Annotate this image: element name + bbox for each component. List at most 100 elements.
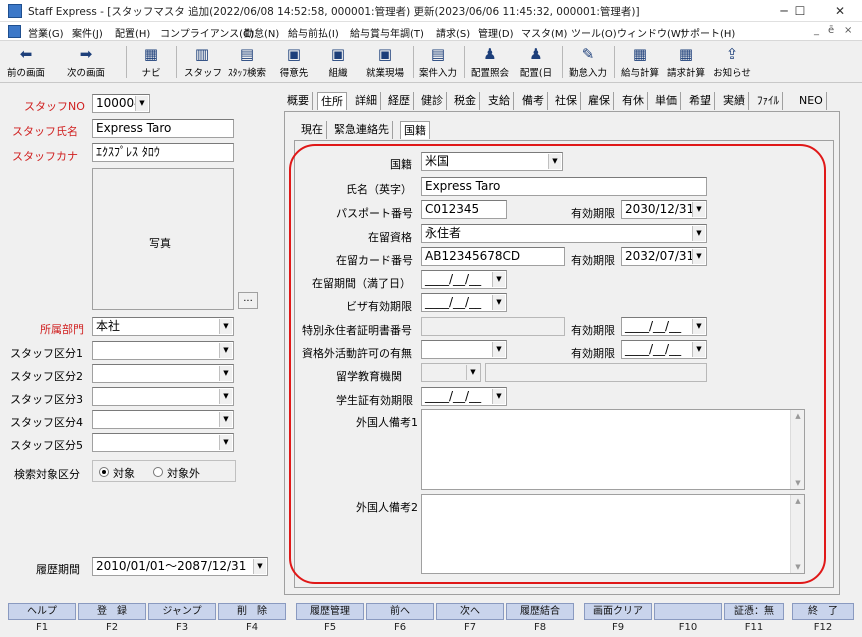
- organization-button[interactable]: ▣ 組織: [320, 43, 356, 81]
- special-expiry-date[interactable]: ____/__/__ ▼: [621, 317, 707, 336]
- tab-health[interactable]: 健診: [418, 92, 447, 110]
- menu-master[interactable]: マスタ(M): [521, 25, 567, 40]
- staff-category-3-select[interactable]: ▼: [92, 387, 234, 406]
- residence-card-input[interactable]: AB12345678CD: [421, 247, 565, 266]
- tab-file[interactable]: ﾌｧｲﾙ: [754, 92, 783, 110]
- menu-window[interactable]: ウィンドウ(W): [617, 25, 685, 40]
- tab-address[interactable]: 住所: [317, 92, 347, 110]
- staff-no-select[interactable]: 100004 ▼: [92, 94, 150, 113]
- tab-employment-insurance[interactable]: 雇保: [585, 92, 614, 110]
- work-permit-select[interactable]: ▼: [421, 340, 507, 359]
- remark1-textarea[interactable]: ▲ ▼: [421, 409, 805, 490]
- radio-non-target[interactable]: [153, 467, 163, 477]
- tab-paid-leave[interactable]: 有休: [619, 92, 648, 110]
- card-expiry-select[interactable]: 2032/07/31 ▼: [621, 247, 707, 266]
- register-button[interactable]: 登 録: [78, 603, 146, 620]
- menu-admin[interactable]: 管理(D): [478, 25, 514, 40]
- menu-prepayment[interactable]: 給与前払(I): [288, 25, 339, 40]
- tab-payment[interactable]: 支給: [485, 92, 514, 110]
- tab-wishes[interactable]: 希望: [686, 92, 715, 110]
- help-button[interactable]: ヘルプ: [8, 603, 76, 620]
- next-screen-button[interactable]: ➡ 次の画面: [62, 43, 110, 81]
- staff-category-5-select[interactable]: ▼: [92, 433, 234, 452]
- staff-category-2-select[interactable]: ▼: [92, 364, 234, 383]
- maximize-button[interactable]: ☐: [782, 2, 818, 20]
- customer-button[interactable]: ▣ 得意先: [274, 43, 314, 81]
- mdi-minimize-button[interactable]: _: [814, 25, 819, 36]
- subtab-nationality[interactable]: 国籍: [400, 121, 430, 139]
- remark1-scrollbar[interactable]: ▲ ▼: [790, 410, 804, 489]
- notice-icon: ⇪: [725, 45, 739, 63]
- staff-kana-input[interactable]: ｴｸｽﾌﾟﾚｽ ﾀﾛｳ: [92, 143, 234, 162]
- tab-details[interactable]: 詳細: [352, 92, 381, 110]
- menu-support[interactable]: サポート(H): [680, 25, 735, 40]
- school-name-input[interactable]: [485, 363, 707, 382]
- menu-sales[interactable]: 営業(G): [28, 25, 64, 40]
- tab-social-insurance[interactable]: 社保: [552, 92, 581, 110]
- job-input-label: 案件入力: [418, 68, 457, 79]
- history-manage-button[interactable]: 履歴管理: [296, 603, 364, 620]
- assignment-inquiry-button[interactable]: ♟ 配置照会: [468, 43, 512, 81]
- staff-search-button[interactable]: ▤ ｽﾀｯﾌ検索: [224, 43, 270, 81]
- tab-results[interactable]: 実績: [720, 92, 749, 110]
- worksite-button[interactable]: ▣ 就業現場: [362, 43, 408, 81]
- photo-area[interactable]: 写真: [92, 168, 234, 310]
- history-period-select[interactable]: 2010/01/01～2087/12/31 ▼: [92, 557, 268, 576]
- tab-overview[interactable]: 概要: [284, 92, 313, 110]
- visa-expiry-date[interactable]: ____/__/__ ▼: [421, 293, 507, 312]
- menu-assignment[interactable]: 配置(H): [115, 25, 150, 40]
- next-button[interactable]: 次へ: [436, 603, 504, 620]
- mdi-close-button[interactable]: ×: [844, 25, 852, 36]
- tab-neo[interactable]: NEO: [796, 92, 827, 110]
- special-permanent-input[interactable]: [421, 317, 565, 336]
- history-merge-button[interactable]: 履歴結合: [506, 603, 574, 620]
- radio-target[interactable]: [99, 467, 109, 477]
- menu-attendance[interactable]: 勤怠(N): [244, 25, 279, 40]
- name-en-input[interactable]: Express Taro: [421, 177, 707, 196]
- tab-tax[interactable]: 税金: [451, 92, 480, 110]
- passport-input[interactable]: C012345: [421, 200, 507, 219]
- remark2-textarea[interactable]: ▲ ▼: [421, 494, 805, 574]
- residence-status-select[interactable]: 永住者 ▼: [421, 224, 707, 243]
- exit-button[interactable]: 終 了: [792, 603, 854, 620]
- school-code-select[interactable]: ▼: [421, 363, 481, 382]
- remark2-scrollbar[interactable]: ▲ ▼: [790, 495, 804, 573]
- stay-period-date[interactable]: ____/__/__ ▼: [421, 270, 507, 289]
- passport-expiry-select[interactable]: 2030/12/31 ▼: [621, 200, 707, 219]
- menu-billing[interactable]: 請求(S): [436, 25, 470, 40]
- tab-unit-price[interactable]: 単価: [652, 92, 681, 110]
- subtab-emergency-contact[interactable]: 緊急連絡先: [331, 121, 393, 139]
- menu-compliance[interactable]: コンプライアンス(C): [160, 25, 254, 40]
- student-id-expiry-date[interactable]: ____/__/__ ▼: [421, 387, 507, 406]
- staff-category-1-select[interactable]: ▼: [92, 341, 234, 360]
- staff-button[interactable]: ▥ スタッフ: [184, 43, 222, 81]
- delete-button[interactable]: 削 除: [218, 603, 286, 620]
- staff-name-input[interactable]: Express Taro: [92, 119, 234, 138]
- permit-expiry-date[interactable]: ____/__/__ ▼: [621, 340, 707, 359]
- f10-button[interactable]: [654, 603, 722, 620]
- payroll-calc-button[interactable]: ▦ 給与計算: [618, 43, 662, 81]
- assignment-daily-button[interactable]: ♟ 配置(日: [516, 43, 556, 81]
- tab-career[interactable]: 経歴: [385, 92, 414, 110]
- billing-calc-button[interactable]: ▦ 請求計算: [664, 43, 708, 81]
- dept-select[interactable]: 本社 ▼: [92, 317, 234, 336]
- nationality-select[interactable]: 米国 ▼: [421, 152, 563, 171]
- photo-browse-button[interactable]: ...: [238, 292, 258, 309]
- attendance-input-button[interactable]: ✎ 勤怠入力: [566, 43, 610, 81]
- subtab-current[interactable]: 現在: [298, 121, 327, 139]
- tab-remarks[interactable]: 備考: [519, 92, 548, 110]
- menu-jobs[interactable]: 案件(J): [72, 25, 103, 40]
- notice-button[interactable]: ⇪ お知らせ: [710, 43, 754, 81]
- jump-button[interactable]: ジャンプ: [148, 603, 216, 620]
- staff-category-4-select[interactable]: ▼: [92, 410, 234, 429]
- close-button[interactable]: ✕: [822, 2, 858, 20]
- prev-screen-button[interactable]: ⬅ 前の画面: [4, 43, 48, 81]
- previous-button[interactable]: 前へ: [366, 603, 434, 620]
- clear-screen-button[interactable]: 画面クリア: [584, 603, 652, 620]
- navi-button[interactable]: ▦ ナビ: [134, 43, 168, 81]
- mdi-restore-button[interactable]: ē: [828, 25, 834, 36]
- job-input-button[interactable]: ▤ 案件入力: [416, 43, 460, 81]
- menu-payroll[interactable]: 給与賞与年調(T): [350, 25, 424, 40]
- evidence-button[interactable]: 証憑：無: [724, 603, 784, 620]
- menu-tools[interactable]: ツール(O): [571, 25, 617, 40]
